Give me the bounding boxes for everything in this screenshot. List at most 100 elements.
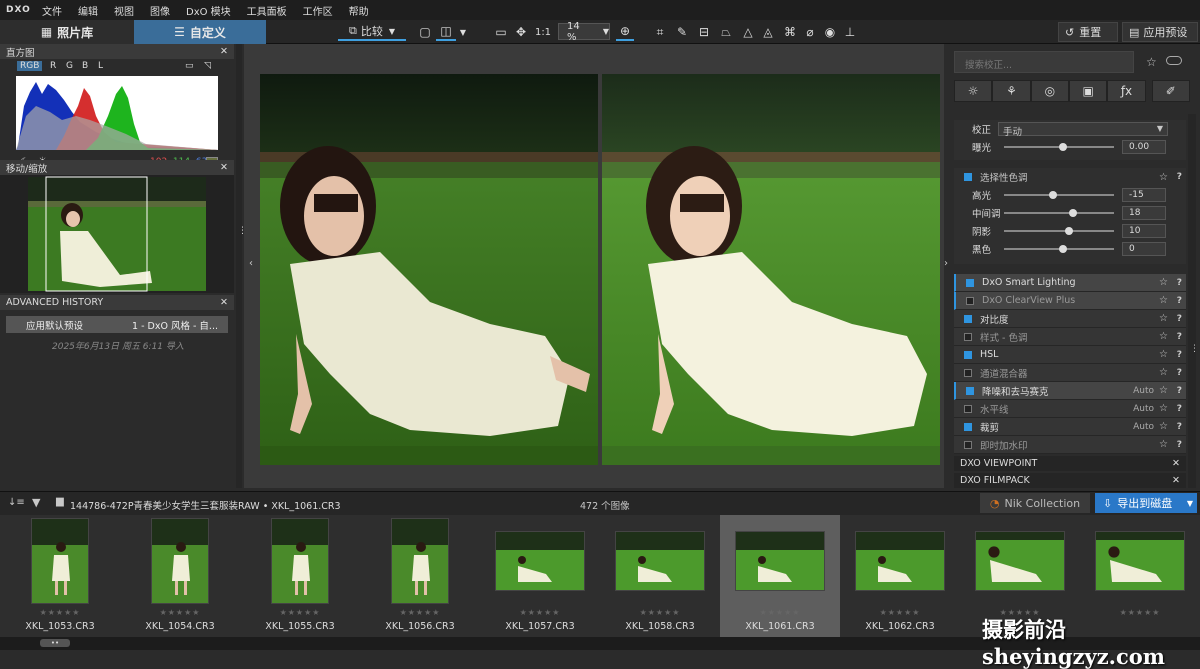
gamut-icon[interactable]: ◹ xyxy=(204,61,211,71)
move-icon[interactable]: ✥ xyxy=(514,23,528,41)
star-icon[interactable]: ☆ xyxy=(1159,385,1168,396)
help-icon[interactable]: ? xyxy=(1177,422,1182,432)
menu-palettes[interactable]: 工具面板 xyxy=(239,3,295,18)
chevron-down-icon[interactable]: ▼ xyxy=(1187,499,1193,508)
channel-l[interactable]: L xyxy=(98,61,103,71)
zoom-in-icon[interactable]: ⊕ xyxy=(616,23,634,41)
tab-library[interactable]: ▦ 照片库 xyxy=(0,20,134,44)
toggle-icon[interactable] xyxy=(1166,56,1182,65)
local-tab-icon[interactable]: ✐ xyxy=(1151,80,1190,102)
menu-dxo-modules[interactable]: DxO 模块 xyxy=(178,3,239,18)
local-adjust-icon[interactable]: △ xyxy=(740,23,756,41)
tone-value[interactable]: 18 xyxy=(1122,206,1166,220)
eyedropper-icon[interactable]: ✎ xyxy=(674,23,690,41)
monitor-icon[interactable]: ▭ xyxy=(185,61,194,71)
zoom-select[interactable]: 14 % ▼ xyxy=(558,21,610,43)
rating-stars[interactable]: ★★★★★ xyxy=(120,608,240,617)
channel-rgb[interactable]: RGB xyxy=(17,61,43,71)
tone-slider[interactable] xyxy=(1004,227,1114,235)
watermark-icon[interactable]: ⊥ xyxy=(842,23,858,41)
tone-value[interactable]: -15 xyxy=(1122,188,1166,202)
close-icon[interactable]: ✕ xyxy=(1172,475,1180,486)
eraser-icon[interactable]: ⌀ xyxy=(802,23,818,41)
filmpack-bar[interactable]: DXO FILMPACK ✕ xyxy=(954,473,1186,488)
repair-icon[interactable]: ⌘ xyxy=(782,23,798,41)
right-scrollbar[interactable] xyxy=(1188,114,1196,488)
left-scrollbar[interactable] xyxy=(236,44,242,488)
channel-g[interactable]: G xyxy=(66,61,73,71)
history-item[interactable]: 应用默认预设 1 - DxO 风格 - 自... xyxy=(6,316,228,333)
viewpoint-bar[interactable]: DXO VIEWPOINT ✕ xyxy=(954,456,1186,471)
view-dropdown-icon[interactable]: ▼ xyxy=(458,23,468,41)
slider-knob[interactable] xyxy=(1049,191,1058,199)
menu-edit[interactable]: 编辑 xyxy=(70,3,106,18)
help-icon[interactable]: ? xyxy=(1177,332,1182,342)
rating-stars[interactable]: ★★★★★ xyxy=(360,608,480,617)
module-row[interactable]: 水平线 Auto ☆? xyxy=(954,400,1186,418)
close-icon[interactable]: ✕ xyxy=(220,297,228,308)
compare-button[interactable]: ⧉ 比较 ▼ xyxy=(338,23,406,41)
color-tab-icon[interactable]: ⚘ xyxy=(992,80,1031,102)
slider-knob[interactable] xyxy=(1059,245,1067,253)
single-view-icon[interactable]: ▢ xyxy=(418,23,432,41)
film-thumbnail[interactable]: ★★★★★ XKL_1054.CR3 xyxy=(120,515,240,637)
scroll-handle-icon[interactable]: ⋮ xyxy=(1190,344,1199,354)
horizon-icon[interactable]: ⊟ xyxy=(696,23,712,41)
collapse-left-icon[interactable]: ‹ xyxy=(249,258,253,269)
module-row[interactable]: 样式 - 色调 ☆? xyxy=(954,328,1186,346)
star-icon[interactable]: ☆ xyxy=(1159,349,1168,360)
module-toggle[interactable] xyxy=(964,333,972,341)
module-toggle[interactable] xyxy=(964,423,972,431)
help-icon[interactable]: ? xyxy=(1177,278,1182,288)
film-thumbnail[interactable]: ★★★★★ XKL_1057.CR3 xyxy=(480,515,600,637)
channel-r[interactable]: R xyxy=(50,61,56,71)
slider-knob[interactable] xyxy=(1059,143,1067,151)
tone-slider[interactable] xyxy=(1004,191,1114,199)
slider-knob[interactable] xyxy=(1064,227,1073,235)
help-icon[interactable]: ? xyxy=(1177,386,1182,396)
tone-value[interactable]: 0 xyxy=(1122,242,1166,256)
module-toggle[interactable] xyxy=(964,351,972,359)
eye-icon[interactable]: ◉ xyxy=(822,23,838,41)
selective-tone-toggle[interactable] xyxy=(964,173,972,181)
rating-stars[interactable]: ★★★★★ xyxy=(600,608,720,617)
exposure-slider[interactable] xyxy=(1004,143,1114,151)
star-icon[interactable]: ☆ xyxy=(1159,439,1168,450)
fit-icon[interactable]: ▭ xyxy=(494,23,508,41)
menu-image[interactable]: 图像 xyxy=(142,3,178,18)
rating-stars[interactable]: ★★★★★ xyxy=(240,608,360,617)
module-row[interactable]: 降噪和去马赛克 Auto ☆? xyxy=(954,382,1186,400)
star-icon[interactable]: ☆ xyxy=(1159,403,1168,414)
split-view-icon[interactable]: ◫ xyxy=(436,23,456,41)
collapse-right-icon[interactable]: › xyxy=(944,258,948,269)
module-row[interactable]: 裁剪 Auto ☆? xyxy=(954,418,1186,436)
perspective-icon[interactable]: ⏢ xyxy=(718,23,734,41)
module-toggle[interactable] xyxy=(966,297,974,305)
film-thumbnail[interactable]: ★★★★★ XKL_1062.CR3 xyxy=(840,515,960,637)
module-toggle[interactable] xyxy=(966,387,974,395)
star-icon[interactable]: ☆ xyxy=(1159,295,1168,306)
export-button[interactable]: ⇩ 导出到磁盘 ▼ xyxy=(1095,493,1197,513)
module-toggle[interactable] xyxy=(964,315,972,323)
rating-stars[interactable]: ★★★★★ xyxy=(840,608,960,617)
help-icon[interactable]: ? xyxy=(1177,440,1182,450)
help-icon[interactable]: ? xyxy=(1177,404,1182,414)
star-icon[interactable]: ☆ xyxy=(1159,313,1168,324)
tone-slider[interactable] xyxy=(1004,209,1114,217)
search-input[interactable]: 搜索校正... xyxy=(954,51,1134,73)
geometry-tab-icon[interactable]: ▣ xyxy=(1068,80,1108,102)
help-icon[interactable]: ? xyxy=(1177,172,1182,182)
help-icon[interactable]: ? xyxy=(1177,296,1182,306)
menu-file[interactable]: 文件 xyxy=(34,3,70,18)
ratio-button[interactable]: 1:1 xyxy=(534,23,552,41)
nik-collection-button[interactable]: ◔ Nik Collection xyxy=(980,493,1090,513)
correction-select[interactable]: 手动 ▼ xyxy=(998,122,1168,138)
close-icon[interactable]: ✕ xyxy=(1172,458,1180,469)
close-icon[interactable]: ✕ xyxy=(220,162,228,173)
detail-tab-icon[interactable]: ◎ xyxy=(1030,80,1069,102)
star-icon[interactable]: ☆ xyxy=(1159,421,1168,432)
module-row[interactable]: 即时加水印 ☆? xyxy=(954,436,1186,454)
help-icon[interactable]: ? xyxy=(1177,368,1182,378)
crop-icon[interactable]: ⌗ xyxy=(652,23,668,41)
menu-help[interactable]: 帮助 xyxy=(341,3,377,18)
